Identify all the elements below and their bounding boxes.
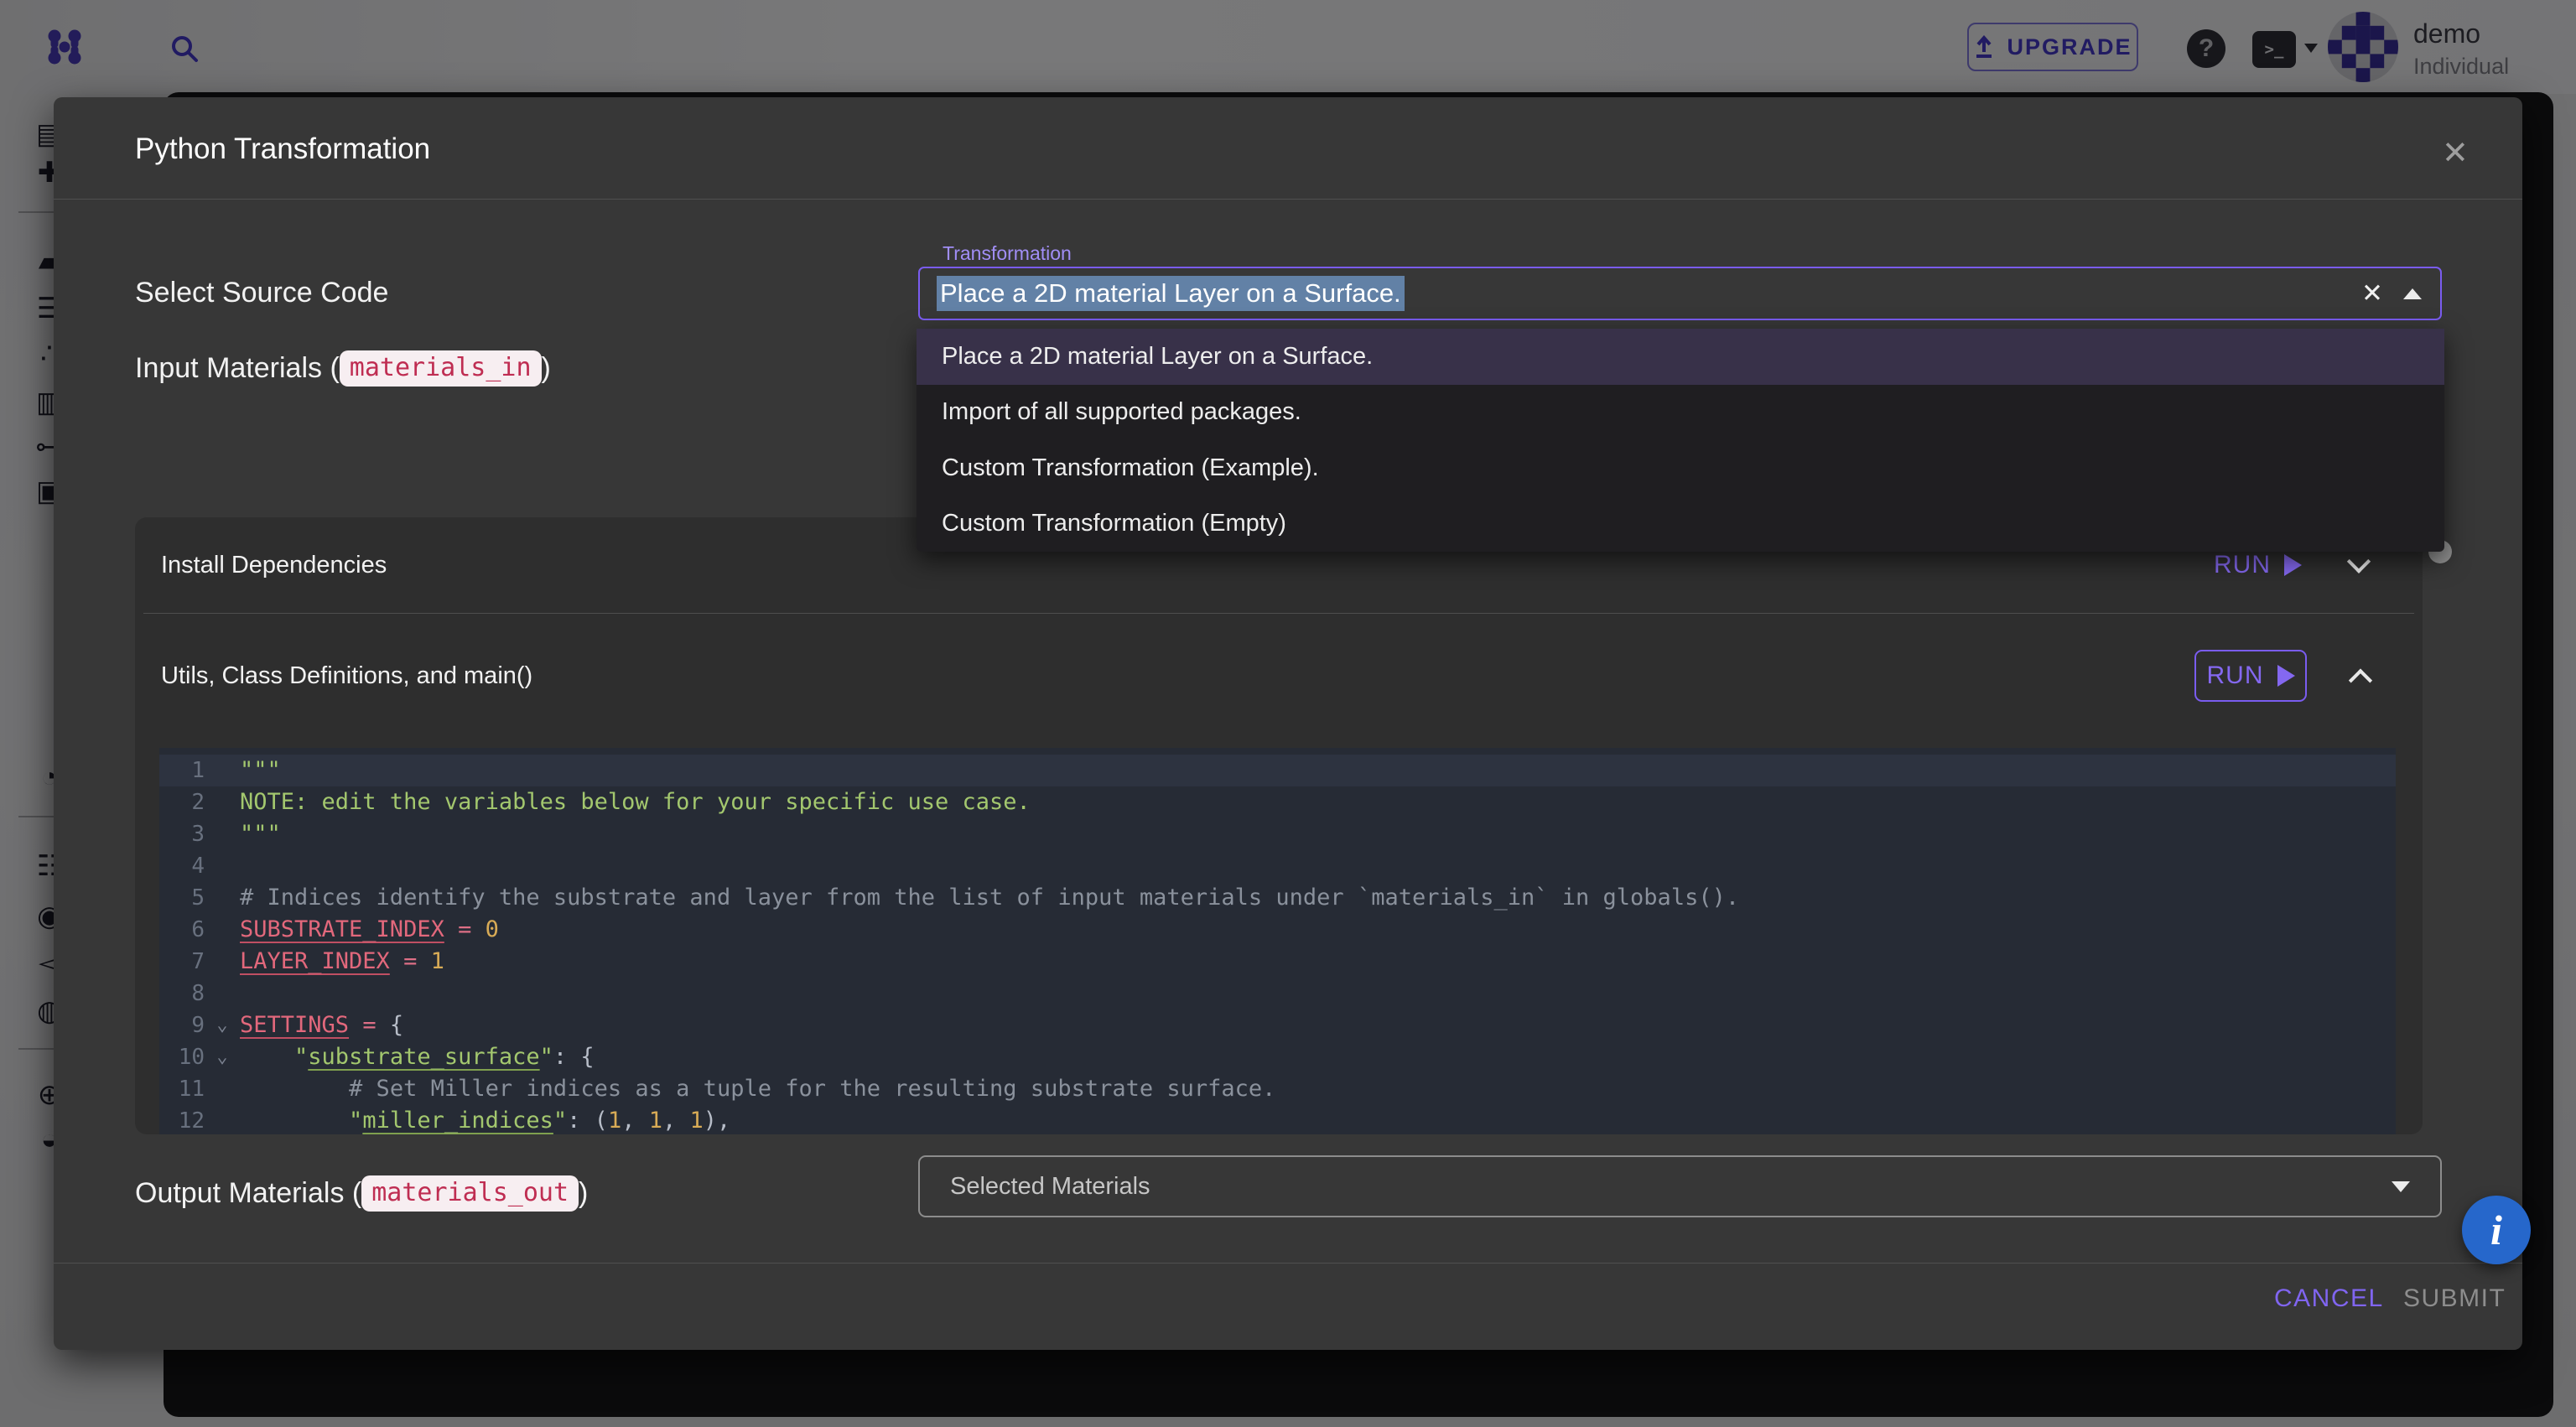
code-line[interactable]: 8	[159, 978, 2396, 1009]
fold-icon[interactable]: ⌄	[205, 1009, 240, 1041]
gutter-spacer	[205, 755, 240, 786]
transformation-select[interactable]: Place a 2D material Layer on a Surface. …	[918, 267, 2442, 320]
play-icon	[2284, 554, 2302, 576]
line-number: 10	[159, 1041, 205, 1073]
selected-materials-placeholder: Selected Materials	[950, 1173, 1150, 1201]
transformation-options-menu: Place a 2D material Layer on a Surface.I…	[917, 329, 2444, 552]
input-materials-suffix: )	[542, 352, 551, 384]
line-number: 4	[159, 850, 205, 882]
materials-in-chip: materials_in	[340, 350, 542, 387]
line-number: 9	[159, 1009, 205, 1041]
code-line[interactable]: 3 """	[159, 818, 2396, 850]
gutter-spacer	[205, 978, 240, 1009]
code-line[interactable]: 2 NOTE: edit the variables below for your…	[159, 786, 2396, 818]
code-sections-panel: Install Dependencies RUN Utils, Class De…	[135, 517, 2423, 1134]
line-number: 7	[159, 946, 205, 978]
install-dependencies-title: Install Dependencies	[161, 552, 387, 579]
code-line[interactable]: 9⌄SETTINGS = {	[159, 1009, 2396, 1041]
utils-section-title: Utils, Class Definitions, and main()	[161, 662, 532, 690]
line-number: 2	[159, 786, 205, 818]
line-number: 8	[159, 978, 205, 1009]
header-divider	[54, 199, 2522, 200]
code-line[interactable]: 10⌄ "substrate_surface": {	[159, 1041, 2396, 1073]
chevron-up-icon[interactable]	[2349, 669, 2372, 693]
dialog-title: Python Transformation	[135, 132, 430, 166]
input-materials-label: Input Materials (materials_in)	[135, 352, 551, 388]
gutter-spacer	[205, 882, 240, 914]
code-line[interactable]: 1 """	[159, 755, 2396, 786]
transformation-value: Place a 2D material Layer on a Surface.	[937, 276, 1405, 311]
chevron-down-icon[interactable]	[2347, 550, 2371, 573]
submit-button[interactable]: SUBMIT	[2403, 1284, 2506, 1313]
line-number: 6	[159, 914, 205, 946]
line-number: 3	[159, 818, 205, 850]
footer-divider	[54, 1263, 2522, 1264]
selected-materials-select[interactable]: Selected Materials	[918, 1155, 2442, 1217]
code-text: "substrate_surface": {	[240, 1041, 2396, 1073]
run-label: RUN	[2207, 662, 2264, 690]
code-text: SETTINGS = {	[240, 1009, 2396, 1041]
dropdown-option[interactable]: Place a 2D material Layer on a Surface.	[917, 329, 2444, 385]
code-text: "miller_indices": (1, 1, 1),	[240, 1105, 2396, 1134]
code-text	[240, 850, 2396, 882]
gutter-spacer	[205, 818, 240, 850]
output-materials-prefix: Output Materials (	[135, 1177, 361, 1209]
dropdown-arrow-icon	[2392, 1181, 2410, 1192]
utils-run-button[interactable]: RUN	[2194, 650, 2307, 702]
run-label: RUN	[2214, 551, 2271, 579]
code-line[interactable]: 5 # Indices identify the substrate and la…	[159, 882, 2396, 914]
code-line[interactable]: 12 "miller_indices": (1, 1, 1),	[159, 1105, 2396, 1134]
code-line[interactable]: 7 LAYER_INDEX = 1	[159, 946, 2396, 978]
code-text: # Indices identify the substrate and lay…	[240, 882, 2396, 914]
materials-out-chip: materials_out	[361, 1175, 579, 1212]
transformation-field-label: Transformation	[936, 242, 1078, 265]
output-materials-suffix: )	[579, 1177, 588, 1209]
fold-icon[interactable]: ⌄	[205, 1041, 240, 1073]
code-text: # Set Miller indices as a tuple for the …	[240, 1073, 2396, 1105]
gutter-spacer	[205, 946, 240, 978]
line-number: 1	[159, 755, 205, 786]
clear-icon[interactable]: ✕	[2361, 278, 2383, 309]
code-editor[interactable]: 1 """ 2 NOTE: edit the variables below for …	[159, 748, 2396, 1134]
gutter-spacer	[205, 850, 240, 882]
play-icon	[2277, 665, 2295, 687]
code-text: SUBSTRATE_INDEX = 0	[240, 914, 2396, 946]
code-text: """	[240, 818, 2396, 850]
dropdown-option[interactable]: Custom Transformation (Empty)	[917, 496, 2444, 553]
gutter-spacer	[205, 1105, 240, 1134]
code-text	[240, 978, 2396, 1009]
code-line[interactable]: 6 SUBSTRATE_INDEX = 0	[159, 914, 2396, 946]
code-text: NOTE: edit the variables below for your …	[240, 786, 2396, 818]
line-number: 11	[159, 1073, 205, 1105]
gutter-spacer	[205, 1073, 240, 1105]
gutter-spacer	[205, 786, 240, 818]
code-text: """	[240, 755, 2396, 786]
gutter-spacer	[205, 914, 240, 946]
select-source-code-label: Select Source Code	[135, 277, 388, 309]
cancel-button[interactable]: CANCEL	[2274, 1284, 2384, 1313]
info-button[interactable]: i	[2462, 1196, 2531, 1264]
install-run-button[interactable]: RUN	[2214, 551, 2302, 579]
input-materials-prefix: Input Materials (	[135, 352, 340, 384]
line-number: 12	[159, 1105, 205, 1134]
output-materials-label: Output Materials (materials_out)	[135, 1177, 588, 1213]
utils-section[interactable]: Utils, Class Definitions, and main() RUN	[135, 614, 2423, 738]
page: UPGRADE ? >_ demo Individual ▤✚▰☰∴▥⊶▣◔☷◉…	[0, 0, 2576, 1427]
collapse-arrow-icon[interactable]	[2403, 288, 2422, 299]
code-line[interactable]: 4	[159, 850, 2396, 882]
dropdown-option[interactable]: Import of all supported packages.	[917, 385, 2444, 441]
code-line[interactable]: 11 # Set Miller indices as a tuple for t…	[159, 1073, 2396, 1105]
dropdown-option[interactable]: Custom Transformation (Example).	[917, 440, 2444, 496]
code-text: LAYER_INDEX = 1	[240, 946, 2396, 978]
close-icon[interactable]: ✕	[2442, 134, 2469, 172]
line-number: 5	[159, 882, 205, 914]
